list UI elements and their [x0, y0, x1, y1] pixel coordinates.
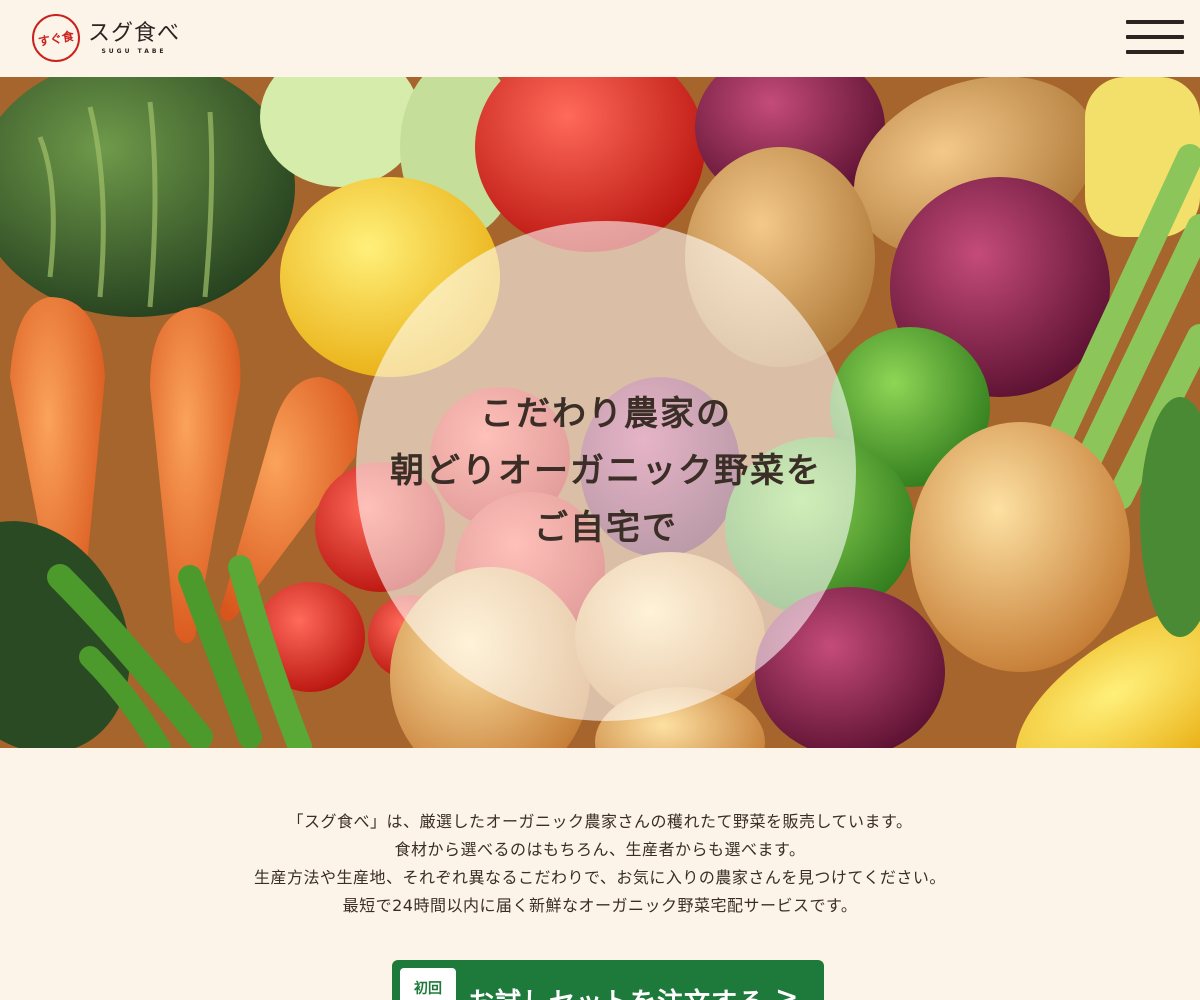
hero-section: こだわり農家の 朝どりオーガニック野菜を ご自宅で: [0, 77, 1200, 748]
intro-line: 食材から選べるのはもちろん、生産者からも選べます。: [394, 840, 806, 859]
hero-line-2: 朝どりオーガニック野菜を: [390, 450, 822, 491]
intro-line: 「スグ食べ」は、厳選したオーガニック農家さんの穫れたて野菜を販売しています。: [287, 812, 913, 831]
hamburger-menu-icon[interactable]: [1126, 20, 1184, 54]
trial-set-order-button[interactable]: 初回 お試しセットを注文する >: [392, 960, 824, 1000]
logo-name: スグ食べ: [88, 20, 181, 46]
intro-line: 生産方法や生産地、それぞれ異なるこだわりで、お気に入りの農家さんを見つけてくださ…: [254, 868, 946, 887]
logo-mark-text: すぐ食: [37, 28, 76, 49]
hero-line-1: こだわり農家の: [480, 393, 732, 434]
menu-bar: [1126, 35, 1184, 39]
logo-subtitle: SUGU TABE: [101, 47, 167, 55]
menu-bar: [1126, 20, 1184, 24]
cta-label: お試しセットを注文する: [468, 982, 765, 1000]
intro-text: 「スグ食べ」は、厳選したオーガニック農家さんの穫れたて野菜を販売しています。 食…: [0, 808, 1200, 920]
intro-line: 最短で24時間以内に届く新鮮なオーガニック野菜宅配サービスです。: [342, 896, 858, 915]
hero-line-3: ご自宅で: [534, 507, 678, 548]
logo-mark: すぐ食: [32, 14, 80, 62]
site-header: すぐ食 スグ食べ SUGU TABE: [0, 0, 1200, 77]
chevron-right-icon: >: [775, 980, 799, 1000]
logo[interactable]: すぐ食 スグ食べ SUGU TABE: [32, 14, 180, 62]
first-time-badge: 初回: [400, 968, 456, 1000]
hero-headline: こだわり農家の 朝どりオーガニック野菜を ご自宅で: [356, 221, 856, 721]
menu-bar: [1126, 50, 1184, 54]
logo-wordmark: スグ食べ SUGU TABE: [88, 20, 181, 55]
